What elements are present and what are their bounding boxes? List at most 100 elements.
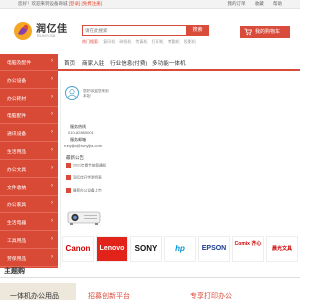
sidebar-item[interactable]: 劳保用品 ›: [0, 250, 58, 267]
chevron-right-icon: ›: [51, 218, 53, 225]
hot-word[interactable]: 打印机: [152, 39, 164, 44]
sidebar-item[interactable]: 通讯设备 ›: [0, 125, 58, 143]
nav-item-mfp[interactable]: 多功能一体机: [152, 59, 186, 67]
sidebar-item-label: 劳保用品: [7, 256, 27, 262]
brand-logo-epson[interactable]: EPSON: [198, 236, 230, 262]
hot-search-label: 热门搜索:: [82, 39, 100, 44]
top-link-favorites[interactable]: 收藏: [255, 1, 264, 6]
chevron-right-icon: ›: [51, 93, 53, 100]
chevron-right-icon: ›: [51, 200, 53, 207]
welcome-text: 您好！欢迎来到设备商城 [登录] [免费注册]: [18, 1, 103, 6]
theme-card-label: 专享打印办公: [190, 293, 232, 300]
notice-text: 最新办公设备上市: [73, 188, 102, 193]
email-address[interactable]: runyijia@runyijia.com: [64, 143, 102, 148]
sidebar-item[interactable]: 生活用品 ›: [0, 143, 58, 160]
sidebar-item[interactable]: 办公设备 ›: [0, 72, 58, 89]
chevron-right-icon: ›: [51, 111, 53, 118]
brand-logo-sony[interactable]: SONY: [130, 236, 162, 262]
nav-item-merchant[interactable]: 商家入驻: [82, 59, 104, 67]
brand-logo-comix[interactable]: Comix 齐心: [232, 236, 264, 262]
notice-item[interactable]: 润亿佳开学季特惠: [66, 175, 102, 180]
sidebar-item-label: 办公家具: [7, 203, 27, 209]
chevron-right-icon: ›: [51, 182, 53, 189]
chevron-right-icon: ›: [51, 147, 53, 153]
welcome-line: 本站!: [83, 94, 91, 98]
sidebar-item-label: 办公耗材: [7, 96, 27, 102]
hot-word[interactable]: 碎纸机: [119, 39, 131, 44]
brand-name: Comix 齐心: [234, 241, 262, 247]
hot-word[interactable]: 传真机: [136, 39, 148, 44]
cart-label: 我的购物车: [255, 29, 281, 35]
search-box: [82, 25, 188, 36]
top-links: 我的订单 收藏 帮助: [219, 1, 282, 7]
cart-icon: [244, 28, 252, 36]
nav-item-home[interactable]: 首页: [64, 59, 75, 67]
notice-badge: [66, 175, 71, 180]
sidebar-item[interactable]: 办公文具 ›: [0, 161, 58, 178]
sidebar-item-label: 通讯设备: [7, 132, 27, 138]
top-link-help[interactable]: 帮助: [273, 1, 282, 6]
notice-title: 最新公告: [66, 155, 84, 160]
chevron-right-icon: ›: [51, 236, 53, 242]
top-bar: 您好！欢迎来到设备商城 [登录] [免费注册] 我的订单 收藏 帮助: [0, 0, 300, 9]
brand-logo-lenovo[interactable]: Lenovo: [96, 236, 128, 262]
search-input[interactable]: [85, 27, 175, 34]
sidebar-item-label: 办公设备: [7, 78, 27, 84]
sidebar-item[interactable]: 办公家具 ›: [0, 196, 58, 214]
theme-card-label: 一体机办公用品: [10, 293, 59, 300]
sidebar-item-label: 办公文具: [7, 167, 27, 173]
chevron-right-icon: ›: [51, 253, 53, 260]
brand-logo-canon[interactable]: Canon: [62, 236, 94, 262]
main-nav: 首页 商家入驻 行业信息(付费) 多功能一体机: [58, 54, 300, 71]
sidebar-item-label: 工具用品: [7, 239, 27, 244]
brand-logo-hp[interactable]: hp: [164, 236, 196, 262]
sidebar-item[interactable]: 生活电器 ›: [0, 214, 58, 232]
projector-image[interactable]: [64, 204, 104, 228]
brand-row: Canon Lenovo SONY hp EPSON Comix 齐心 晨光文具: [58, 234, 300, 264]
login-link[interactable]: [登录]: [69, 1, 81, 6]
brand-name: 晨光文具: [271, 246, 292, 252]
top-link-orders[interactable]: 我的订单: [227, 1, 245, 6]
brand-name: SONY: [134, 244, 158, 253]
sidebar-item-label: 文件收纳: [7, 185, 27, 191]
register-link[interactable]: [免费注册]: [82, 1, 103, 6]
logo-icon[interactable]: [12, 20, 34, 42]
brand-name: Lenovo: [99, 245, 125, 252]
hotline-number: 010-82865001: [68, 130, 94, 135]
hot-word[interactable]: 复印机: [103, 39, 115, 44]
category-sidebar: 电脑及配件 › 办公设备 › 办公耗材 › 电脑配件 › 通讯设备 › 生活用品 › 办公文…: [0, 54, 58, 268]
sidebar-item[interactable]: 电脑及配件 ›: [0, 54, 58, 71]
brand-logo-chenguang[interactable]: 晨光文具: [266, 236, 298, 262]
sidebar-item[interactable]: 电脑配件 ›: [0, 107, 58, 125]
sidebar-item[interactable]: 工具用品 ›: [0, 232, 58, 249]
logo-subtitle: RUNYIJIA: [37, 33, 56, 38]
sidebar-item[interactable]: 办公耗材 ›: [0, 90, 58, 107]
chevron-right-icon: ›: [51, 58, 53, 64]
section-title: 主题购: [4, 268, 25, 275]
customer-service-icon: [65, 86, 79, 100]
theme-card-label: 招募创新平台: [88, 293, 130, 300]
nav-item-industry[interactable]: 行业信息(付费): [110, 59, 147, 67]
sidebar-item-label: 生活电器: [7, 221, 27, 227]
brand-name: Canon: [65, 244, 91, 253]
chevron-right-icon: ›: [51, 75, 53, 82]
notice-item[interactable]: 2021年春节放假通知: [66, 163, 106, 168]
chevron-right-icon: ›: [51, 164, 53, 171]
notice-badge: [66, 188, 71, 193]
sidebar-item-label: 电脑配件: [7, 114, 27, 120]
brand-name: hp: [175, 244, 185, 253]
sidebar-item-label: 生活用品: [7, 150, 27, 155]
sidebar-item[interactable]: 文件收纳 ›: [0, 179, 58, 196]
notice-text: 2021年春节放假通知: [73, 163, 107, 168]
sidebar-item-label: 电脑及配件: [7, 61, 31, 66]
chevron-right-icon: ›: [51, 129, 53, 136]
notice-item[interactable]: 最新办公设备上市: [66, 188, 102, 193]
hot-search: 热门搜索: 复印机 碎纸机 传真机 打印机 考勤机 投影机: [82, 39, 199, 45]
section-divider: [0, 277, 300, 278]
notice-badge: [66, 163, 71, 168]
hot-word[interactable]: 投影机: [184, 39, 196, 44]
hot-word[interactable]: 考勤机: [168, 39, 180, 44]
search-button[interactable]: 搜索: [186, 25, 209, 36]
notice-text: 润亿佳开学季特惠: [73, 175, 102, 180]
brand-name: EPSON: [201, 245, 227, 252]
